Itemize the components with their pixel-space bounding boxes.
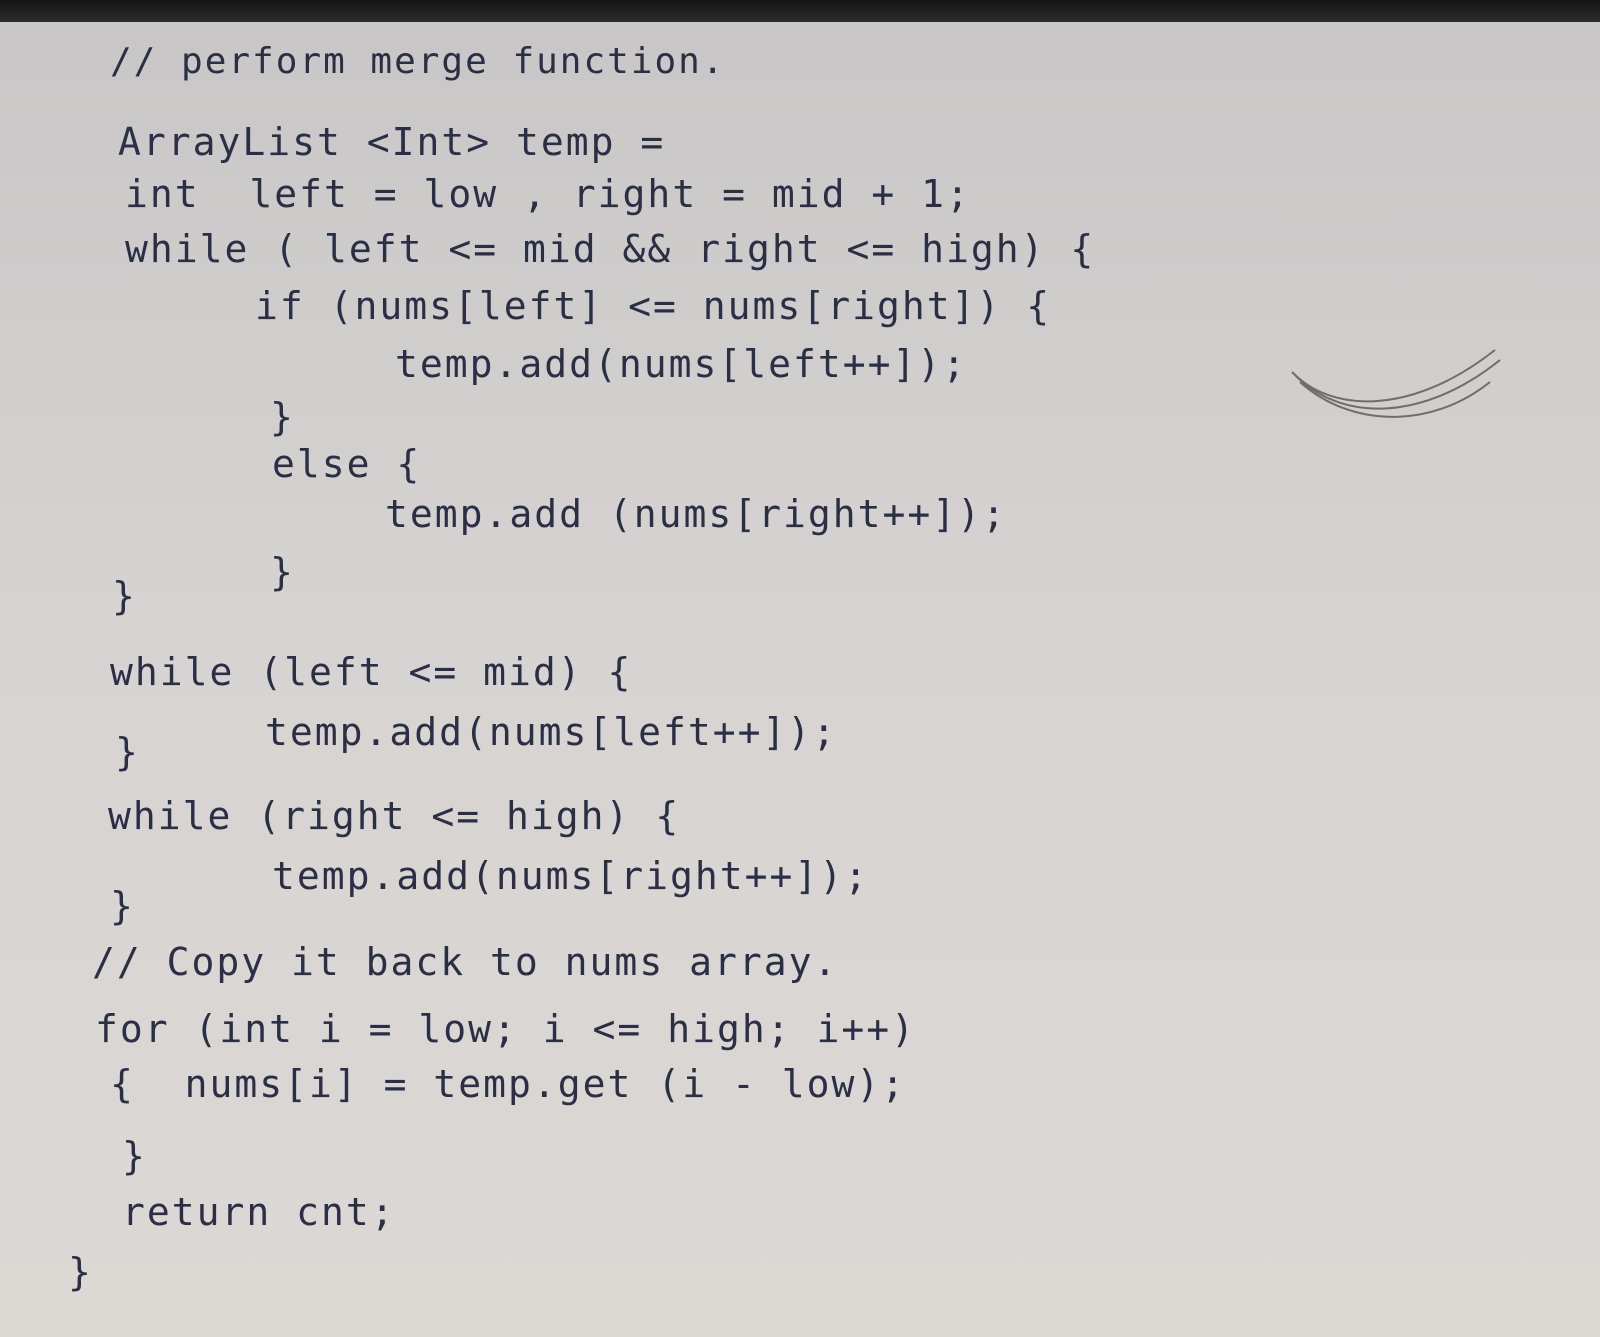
code-line-close-function: } [68, 1250, 93, 1294]
code-line-close-else: } [270, 550, 295, 594]
code-line-temp-add-left-2: temp.add(nums[left++]); [265, 710, 838, 754]
photo-edge-shadow [0, 0, 1600, 22]
code-line-close-while-left: } [115, 730, 140, 774]
code-line-temp-add-right: temp.add (nums[right++]); [385, 492, 1007, 536]
code-line-temp-add-right-2: temp.add(nums[right++]); [272, 854, 870, 898]
code-line-while-right: while (right <= high) { [108, 794, 681, 838]
code-line-return: return cnt; [122, 1190, 396, 1234]
code-line-while-main: while ( left <= mid && right <= high) { [125, 227, 1096, 271]
code-line-close-while-right: } [110, 884, 135, 928]
comment-copy-back: // Copy it back to nums array. [92, 940, 839, 984]
code-line-if: if (nums[left] <= nums[right]) { [255, 284, 1052, 328]
comment-perform-merge: // perform merge function. [110, 41, 726, 82]
code-line-int-left-right: int left = low , right = mid + 1; [125, 172, 971, 216]
code-line-else: else { [272, 442, 422, 486]
code-line-for: for (int i = low; i <= high; i++) [95, 1007, 916, 1051]
code-line-while-left: while (left <= mid) { [110, 650, 633, 694]
code-line-close-if: } [270, 395, 295, 439]
code-line-assign: { nums[i] = temp.get (i - low); [110, 1062, 907, 1106]
code-line-close-for: } [122, 1134, 147, 1178]
code-line-arraylist: ArrayList <Int> temp = [118, 120, 666, 164]
code-line-temp-add-left: temp.add(nums[left++]); [395, 342, 968, 386]
pencil-scribble-icon [1291, 349, 1501, 418]
code-line-close-while-main: } [112, 574, 137, 618]
notebook-page: // perform merge function. ArrayList <In… [0, 22, 1600, 1337]
